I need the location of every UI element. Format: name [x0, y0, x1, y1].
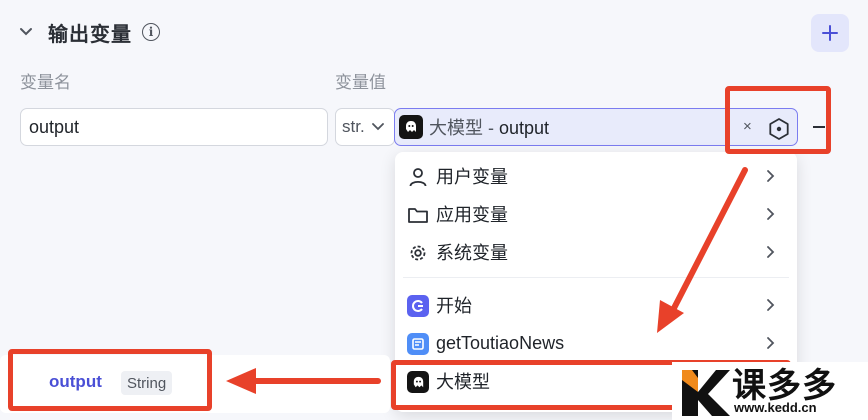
watermark-url: www.kedd.cn	[734, 400, 817, 415]
output-variables-panel: 输出变量 i 变量名 变量值 output str. 大模型 - output …	[0, 0, 868, 420]
annotation-arrow-down	[669, 167, 748, 315]
annotation-arrowhead	[657, 300, 684, 333]
annotation-arrows	[226, 167, 748, 394]
watermark-logo-icon	[682, 370, 730, 416]
annotation-arrowhead	[226, 368, 256, 394]
